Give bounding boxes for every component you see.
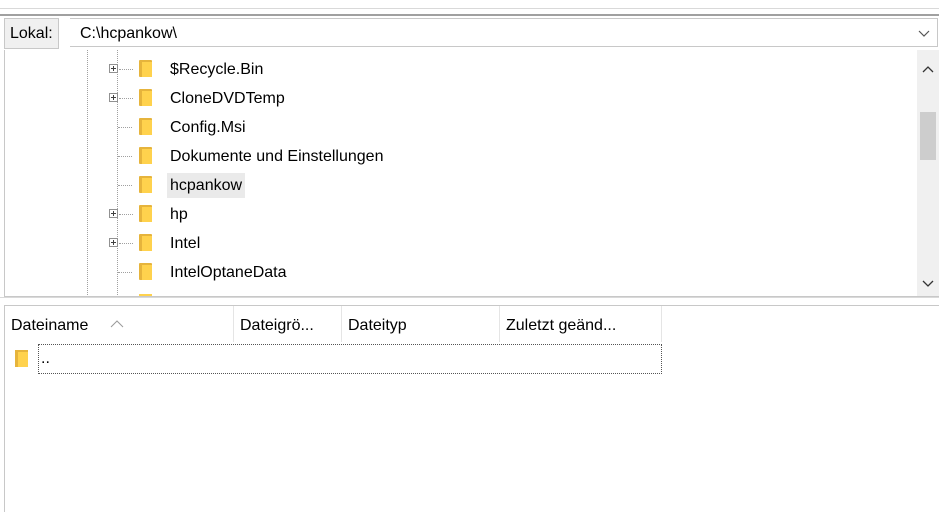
tree-connector [118,272,132,273]
tree-item[interactable]: CloneDVDTemp [5,84,910,113]
tree-connector [119,243,133,244]
tree-item-label[interactable]: hcpankow [167,173,246,198]
local-path-combobox[interactable]: C:\hcpankow\ [70,18,938,47]
pane-splitter[interactable] [0,297,939,305]
local-site-panel: Lokal: C:\hcpankow\ $Recycle.Bin CloneDV… [0,0,939,512]
folder-icon [139,263,152,280]
tree-connector [119,69,133,70]
tree-item[interactable]: Dokumente und Einstellungen [5,142,910,171]
folder-icon [139,234,152,251]
column-header-filesize[interactable]: Dateigrö... [234,306,342,342]
folder-icon [139,60,152,77]
directory-tree[interactable]: $Recycle.Bin CloneDVDTemp Config.Msi Dok… [4,50,939,297]
local-label: Lokal: [4,18,59,49]
folder-icon [139,176,152,193]
chevron-down-icon[interactable] [917,273,939,295]
column-header-label: Dateityp [348,317,407,334]
tree-item-label[interactable]: CloneDVDTemp [167,86,288,111]
folder-icon [15,350,28,367]
tree-item[interactable]: Intel [5,229,910,258]
tree-item-label[interactable]: Intel [167,231,203,256]
local-path-bar: Lokal: C:\hcpankow\ [0,16,939,50]
scrollbar-thumb[interactable] [920,112,936,160]
tree-connector [118,127,132,128]
tree-connector [119,214,133,215]
expand-icon[interactable] [109,209,118,218]
tree-connector [119,98,133,99]
chevron-up-icon[interactable] [917,58,939,80]
column-header-label: Zuletzt geänd... [506,317,617,334]
tree-item-label[interactable]: IntelOptaneData [167,260,290,285]
tree-item-label[interactable]: $Recycle.Bin [167,57,266,82]
column-header-label: Dateiname [11,317,89,334]
sort-ascending-icon [109,306,125,328]
file-list-header: Dateiname Dateigrö... Dateityp Zuletzt g… [5,306,665,342]
column-header-label: Dateigrö... [240,317,314,334]
expand-icon[interactable] [109,238,118,247]
file-row-name[interactable]: .. [41,348,50,370]
chevron-down-icon[interactable] [913,19,935,48]
folder-icon [139,89,152,106]
file-list[interactable]: Dateiname Dateigrö... Dateityp Zuletzt g… [4,305,939,512]
folder-icon [139,147,152,164]
tree-connector [118,156,132,157]
folder-icon [139,118,152,135]
tree-item[interactable]: $Recycle.Bin [5,55,910,84]
focus-rectangle [38,344,662,374]
tree-item-selected[interactable]: hcpankow [5,171,910,200]
expand-icon[interactable] [109,64,118,73]
column-header-modified[interactable]: Zuletzt geänd... [500,306,662,342]
folder-icon [139,205,152,222]
column-header-filename[interactable]: Dateiname [5,306,234,342]
local-path-value[interactable]: C:\hcpankow\ [80,19,177,48]
tree-connector [118,185,132,186]
tree-item-label[interactable]: hp [167,202,191,227]
tree-item-label[interactable]: Dokumente und Einstellungen [167,144,386,169]
file-row-parent-dir[interactable]: .. [5,344,665,374]
tree-item-label[interactable]: Config.Msi [167,115,249,140]
column-header-filetype[interactable]: Dateityp [342,306,500,342]
tree-item[interactable]: IntelOptaneData [5,258,910,287]
tree-vertical-scrollbar[interactable] [917,50,939,296]
tree-item[interactable]: hp [5,200,910,229]
top-divider [0,0,939,9]
tree-item[interactable]: Config.Msi [5,113,910,142]
expand-icon[interactable] [109,93,118,102]
